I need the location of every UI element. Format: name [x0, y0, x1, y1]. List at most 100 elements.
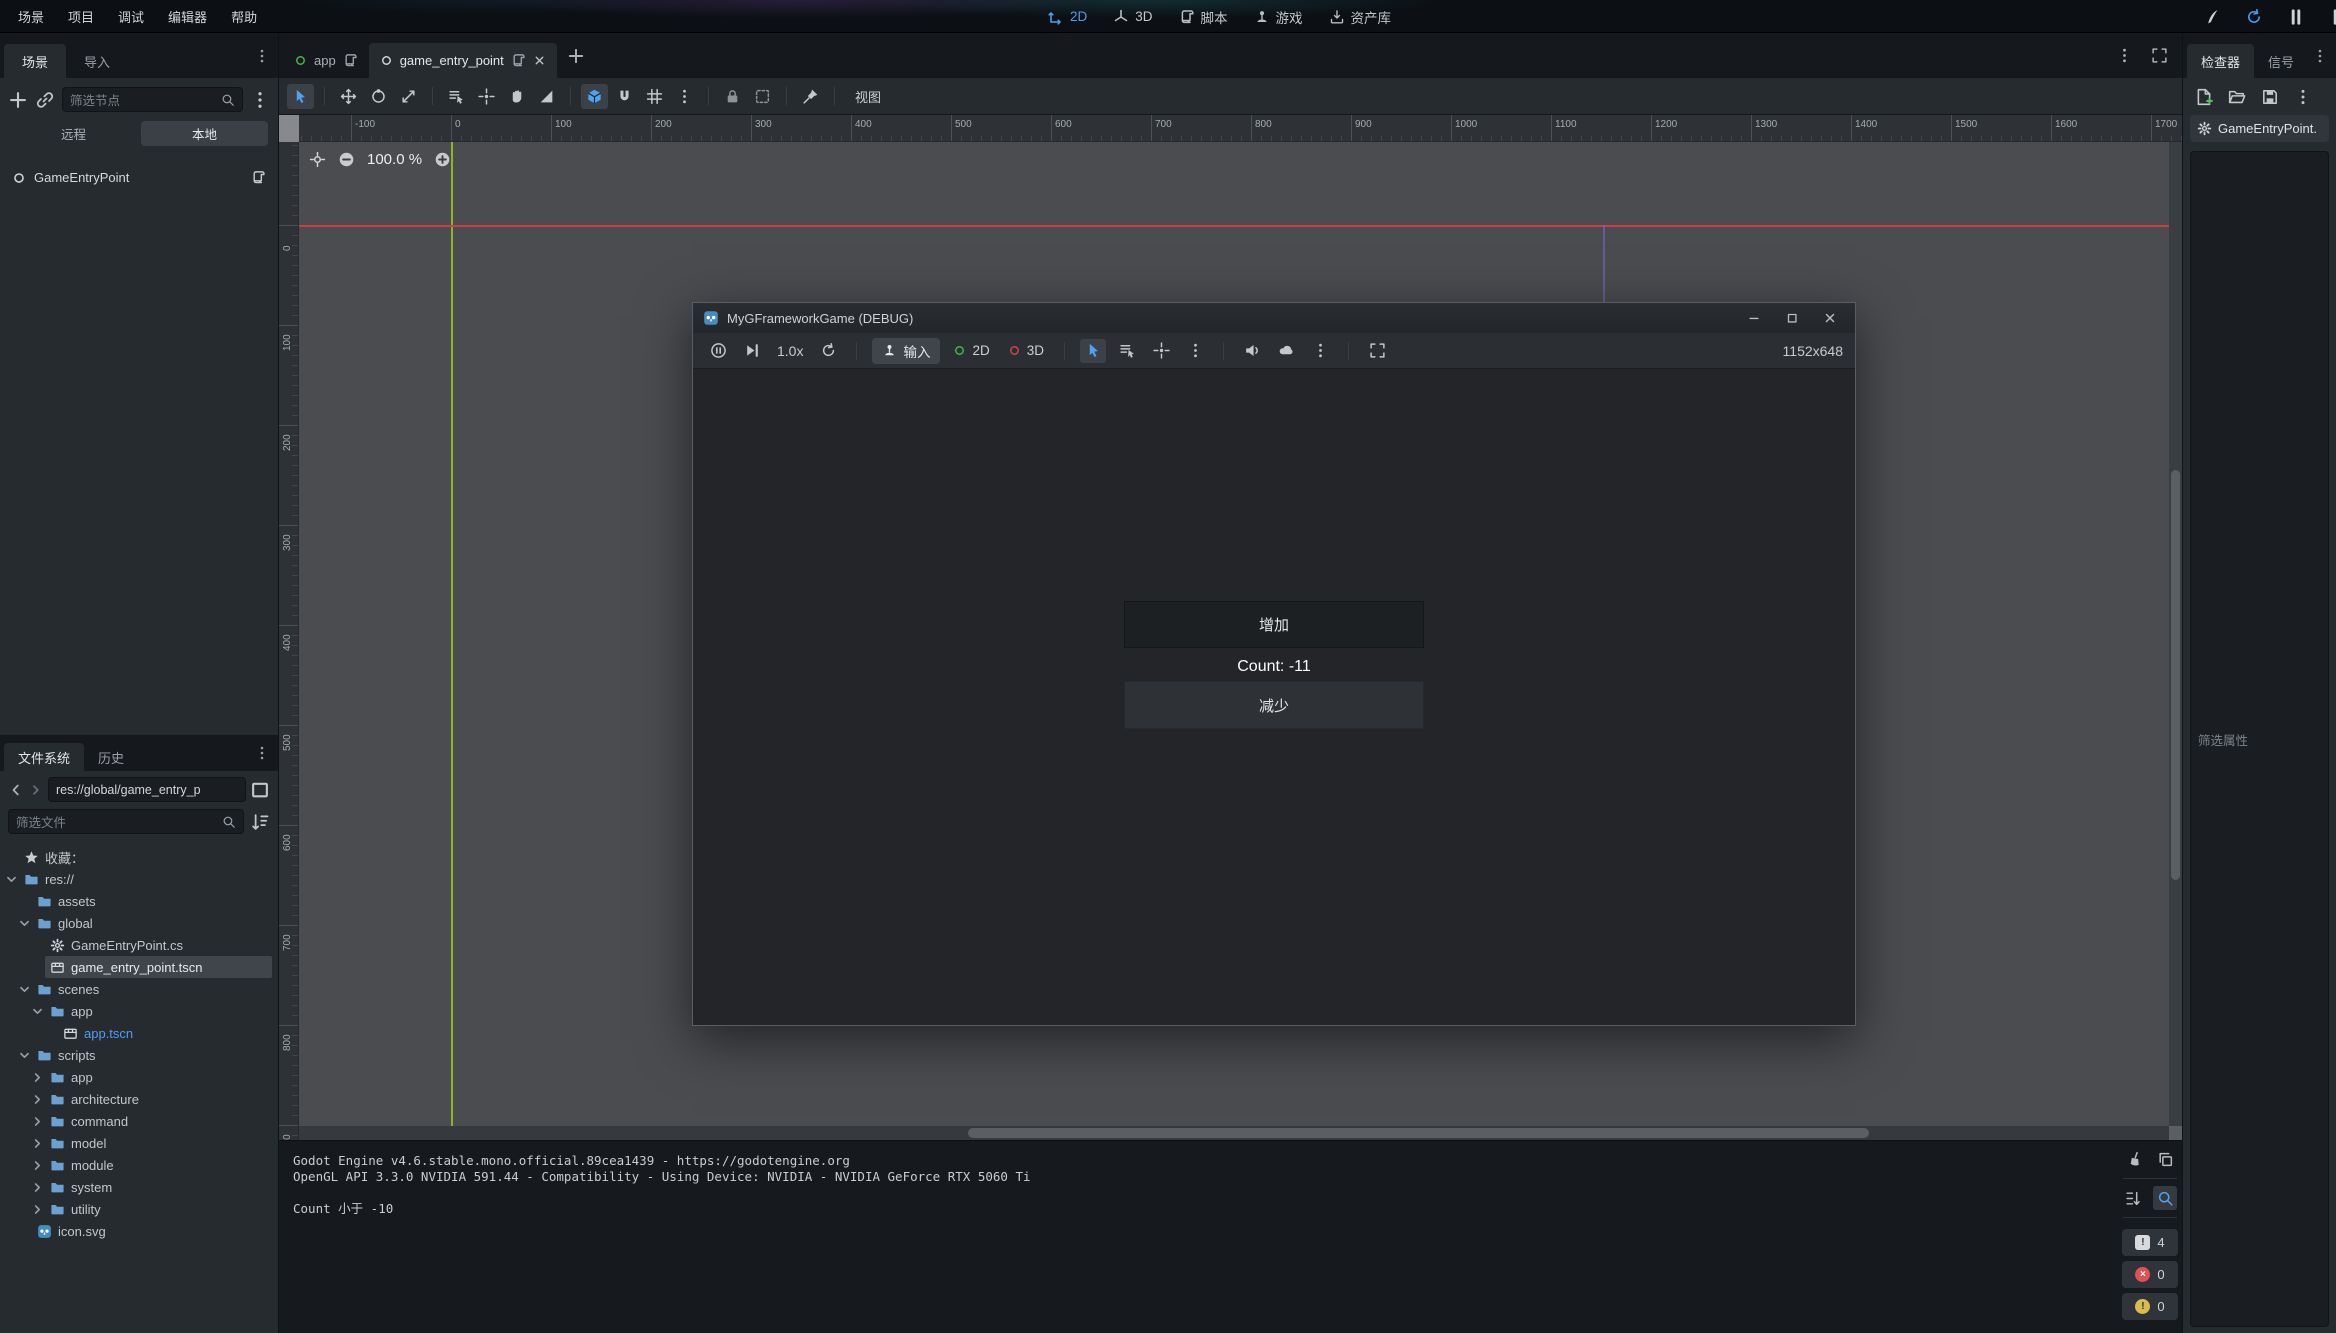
chevron-right-icon[interactable] [30, 1158, 45, 1173]
distraction-free-icon[interactable] [2151, 47, 2168, 64]
attached-script-icon[interactable] [251, 170, 266, 185]
canvas-v-scrollbar[interactable] [2169, 142, 2182, 1126]
current-path-field[interactable]: res://global/game_entry_p [48, 777, 246, 802]
local-tab[interactable]: 本地 [141, 121, 268, 146]
scale-tool-button[interactable] [395, 84, 422, 109]
clear-output-button[interactable] [2125, 1149, 2145, 1169]
move-tool-button[interactable] [335, 84, 362, 109]
increase-button[interactable]: 增加 [1124, 601, 1424, 648]
workspace-2D[interactable]: 2D [1048, 9, 1087, 25]
filesystem-item[interactable]: app.tscn [0, 1022, 278, 1044]
filter-files-input[interactable]: 筛选文件 [8, 809, 244, 834]
message-count-badge[interactable]: ! 4 [2122, 1229, 2178, 1256]
dock-menu-icon[interactable] [2312, 48, 2328, 64]
maximize-button[interactable] [1777, 306, 1807, 330]
scene-tab-app[interactable]: app [283, 43, 369, 78]
close-button[interactable] [1815, 306, 1845, 330]
filesystem-item[interactable]: GameEntryPoint.cs [0, 934, 278, 956]
filter-nodes-input[interactable]: 筛选节点 [62, 87, 243, 112]
tab-import-dock[interactable]: 导入 [66, 44, 128, 78]
speed-multiplier[interactable]: 1.0x [773, 343, 807, 359]
workspace-3D[interactable]: 3D [1113, 9, 1152, 25]
snap-options-button[interactable] [641, 84, 668, 109]
filesystem-item[interactable]: scripts [0, 1044, 278, 1066]
focus-selection-button[interactable] [1148, 339, 1174, 363]
filesystem-item[interactable]: global [0, 912, 278, 934]
select-tool-button[interactable] [287, 84, 314, 109]
filesystem-item[interactable]: system [0, 1176, 278, 1198]
menubar-menu[interactable]: 场景 [6, 0, 56, 33]
view-menu-button[interactable]: 视图 [845, 87, 891, 106]
menubar-menu[interactable]: 编辑器 [156, 0, 219, 33]
filesystem-item[interactable]: scenes [0, 978, 278, 1000]
chevron-right-icon[interactable] [30, 1136, 45, 1151]
workspace-资产库[interactable]: 资产库 [1329, 7, 1392, 27]
chevron-right-icon[interactable] [30, 1070, 45, 1085]
toggle-split-mode-icon[interactable] [250, 780, 270, 800]
list-select-button[interactable] [443, 84, 470, 109]
center-view-icon[interactable] [309, 151, 326, 168]
lock-node-button[interactable] [719, 84, 746, 109]
next-frame-button[interactable] [739, 339, 765, 363]
menubar-menu[interactable]: 项目 [56, 0, 106, 33]
dock-menu-icon[interactable] [254, 48, 270, 64]
filesystem-item[interactable]: 收藏： [0, 846, 278, 868]
tab-scene-dock[interactable]: 场景 [4, 44, 66, 78]
minimize-button[interactable] [1739, 306, 1769, 330]
tab-filesystem[interactable]: 文件系统 [4, 743, 84, 771]
workspace-脚本[interactable]: 脚本 [1179, 7, 1228, 27]
v-scroll-thumb[interactable] [2171, 470, 2180, 880]
stop-game-icon-clipped[interactable] [2329, 8, 2336, 26]
warning-count-badge[interactable]: ! 0 [2122, 1293, 2178, 1320]
tab-history[interactable]: 历史 [84, 743, 138, 771]
decrease-button[interactable]: 减少 [1124, 681, 1424, 729]
inspector-menu-icon[interactable] [2294, 88, 2312, 106]
close-tab-icon[interactable] [533, 54, 546, 67]
pivot-tool-button[interactable] [473, 84, 500, 109]
filesystem-item[interactable]: model [0, 1132, 278, 1154]
menubar-menu[interactable]: 帮助 [219, 0, 269, 33]
list-select-button[interactable] [1114, 339, 1140, 363]
skeleton-options-button[interactable] [797, 84, 824, 109]
ruler-tool-button[interactable] [533, 84, 560, 109]
filesystem-item[interactable]: utility [0, 1198, 278, 1220]
chevron-right-icon[interactable] [30, 1114, 45, 1129]
filesystem-item[interactable]: command [0, 1110, 278, 1132]
dock-menu-icon[interactable] [254, 745, 270, 761]
debug-2d-toggle[interactable]: 2D [948, 343, 994, 358]
snapping-menu-icon[interactable] [671, 84, 698, 109]
mute-audio-button[interactable] [1239, 339, 1265, 363]
chevron-right-icon[interactable] [30, 1092, 45, 1107]
edited-object-row[interactable]: GameEntryPoint. [2190, 115, 2329, 142]
group-node-button[interactable] [749, 84, 776, 109]
chevron-right-icon[interactable] [30, 1180, 45, 1195]
collapse-duplicates-button[interactable] [2123, 1188, 2143, 1208]
chevron-down-icon[interactable] [17, 1048, 32, 1063]
chevron-right-icon[interactable] [30, 1202, 45, 1217]
input-mode-button[interactable]: 输入 [872, 338, 940, 364]
filter-properties-input[interactable]: 筛选属性 [2190, 151, 2329, 1327]
h-scroll-thumb[interactable] [968, 1128, 1869, 1138]
canvas[interactable]: 100.0 % MyGFrameworkGame (DEBUG) [299, 142, 2182, 1140]
debug-3d-toggle[interactable]: 3D [1003, 343, 1049, 358]
load-resource-icon[interactable] [2228, 88, 2246, 106]
instance-scene-button[interactable] [35, 90, 55, 110]
filesystem-item[interactable]: assets [0, 890, 278, 912]
new-resource-icon[interactable] [2195, 88, 2213, 106]
pause-game-button[interactable] [705, 339, 731, 363]
chevron-down-icon[interactable] [4, 872, 19, 887]
filesystem-item[interactable]: icon.svg [0, 1220, 278, 1242]
save-resource-icon[interactable] [2261, 88, 2279, 106]
rotate-tool-button[interactable] [365, 84, 392, 109]
embed-fullscreen-button[interactable] [1364, 339, 1390, 363]
zoom-out-icon[interactable] [338, 151, 355, 168]
pick-node-button[interactable] [1080, 339, 1106, 363]
scene-tree-menu-icon[interactable] [250, 90, 270, 110]
new-scene-tab-button[interactable] [567, 47, 585, 65]
smart-snap-button[interactable] [581, 84, 608, 109]
debug-options-icon[interactable] [1307, 339, 1333, 363]
reset-speed-button[interactable] [815, 339, 841, 363]
nav-back-icon[interactable] [8, 782, 24, 798]
chevron-down-icon[interactable] [30, 1004, 45, 1019]
menubar-menu[interactable]: 调试 [106, 0, 156, 33]
